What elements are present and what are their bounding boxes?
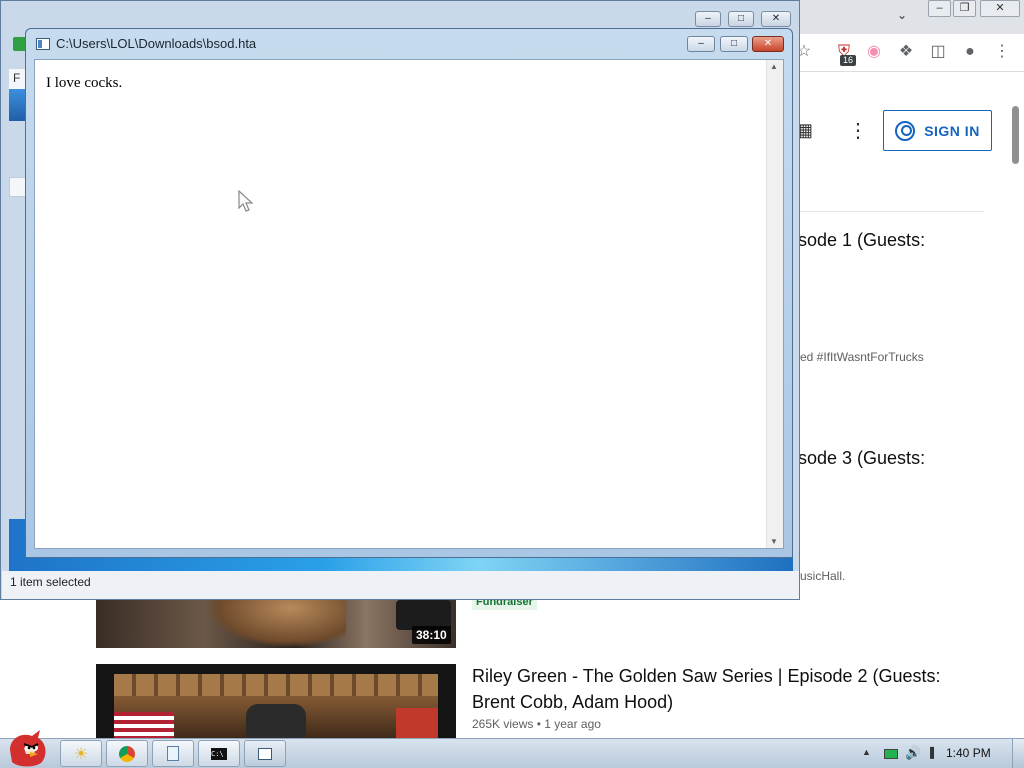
hta-window-icon [258,747,272,760]
tab-list-chevron-icon[interactable]: ⌄ [897,8,907,22]
extension-badge: 16 [840,55,856,66]
extension-flag-icon[interactable]: ◉ [862,40,886,64]
folder-icon: ☀ [73,745,89,763]
profile-avatar-icon[interactable]: ● [958,40,982,64]
explorer-maximize-button[interactable]: □ [728,11,754,27]
hta-app-icon [36,38,50,50]
hta-window: C:\Users\LOL\Downloads\bsod.hta – □ ✕ I … [25,28,793,558]
scroll-down-icon[interactable]: ▼ [770,537,778,546]
close-button[interactable]: ✕ [752,36,784,52]
taskbar-hta-button[interactable] [244,740,286,767]
network-icon[interactable]: ❚ [927,745,937,759]
video-title[interactable]: sode 3 (Guests: [798,446,925,471]
hta-content: I love cocks. ▲ ▼ [34,59,784,549]
vertical-scrollbar[interactable]: ▲ ▼ [766,60,783,548]
video-duration: 38:10 [412,626,451,644]
mouse-cursor-icon [238,190,254,212]
more-options-icon[interactable]: ⋮ [848,118,868,143]
cmd-icon: C:\ [211,747,227,760]
battery-icon[interactable] [884,749,898,759]
video-thumbnail[interactable] [96,598,456,648]
show-desktop-button[interactable] [1012,739,1024,768]
taskbar-clock[interactable]: 1:40 PM [946,746,991,760]
video-thumbnail[interactable] [96,664,456,738]
video-title[interactable]: sode 1 (Guests: [798,228,925,253]
scroll-up-icon[interactable]: ▲ [770,62,778,71]
start-button-angry-bird-icon[interactable] [2,728,50,768]
taskbar-cmd-button[interactable]: C:\ [198,740,240,767]
tray-expand-icon[interactable]: ▲ [862,747,871,757]
notepad-icon [167,746,179,761]
chrome-menu-icon[interactable]: ⋮ [990,40,1014,64]
sign-in-button[interactable]: SIGN IN [883,110,992,151]
sign-in-label: SIGN IN [924,122,980,139]
chrome-close-button[interactable]: ✕ [980,0,1020,17]
body-text: I love cocks. [46,75,123,91]
volume-icon[interactable]: 🔊 [905,745,921,761]
side-panel-icon[interactable]: ◫ [926,40,950,64]
chrome-minimize-button[interactable]: – [928,0,951,17]
video-title[interactable]: Riley Green - The Golden Saw Series | Ep… [472,664,941,689]
video-meta: 265K views • 1 year ago [472,717,601,731]
video-title-line2[interactable]: Brent Cobb, Adam Hood) [472,690,673,715]
taskbar-explorer-button[interactable]: ☀ [60,740,102,767]
video-description: ed #IfItWasntForTrucks [800,350,924,364]
window-title: C:\Users\LOL\Downloads\bsod.hta [56,36,257,51]
explorer-status-bar: 1 item selected [2,571,799,599]
video-description: usicHall. [800,569,846,583]
account-circle-icon [895,120,916,141]
maximize-button[interactable]: □ [720,36,748,52]
taskbar-notepad-button[interactable] [152,740,194,767]
extensions-puzzle-icon[interactable]: ❖ [894,40,918,64]
explorer-close-button[interactable]: ✕ [761,11,791,27]
chrome-icon [119,745,135,762]
chrome-restore-button[interactable]: ❐ [953,0,976,17]
explorer-minimize-button[interactable]: – [695,11,721,27]
page-scrollbar[interactable] [1012,106,1019,164]
divider [800,211,984,212]
taskbar-chrome-button[interactable] [106,740,148,767]
minimize-button[interactable]: – [687,36,715,52]
